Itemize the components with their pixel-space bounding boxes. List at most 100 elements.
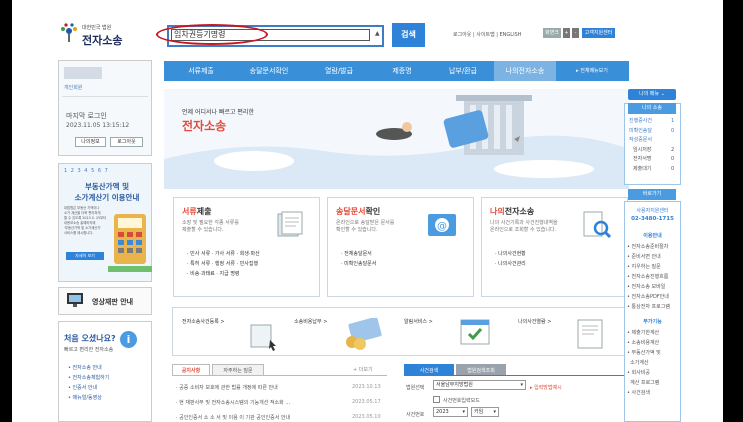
notice-row[interactable]: · 현 재판사무 및 전자소송시스템의 기능개선 적소화 ... (176, 399, 346, 406)
status-label[interactable]: 작성중문서 (629, 136, 652, 146)
related-title: 부가기능 (643, 319, 662, 325)
related-link[interactable]: • 제출기한계산 (627, 329, 659, 339)
notice-date: 2023.05.10 (352, 414, 381, 420)
divider (62, 96, 148, 97)
hero-illustration (164, 95, 629, 189)
card-title-a: 서류 (182, 207, 197, 216)
status-label[interactable]: 임시저장 (633, 146, 651, 156)
calculator-icon (108, 214, 152, 272)
guide-link[interactable]: • 통상전자 프로그램 (627, 303, 670, 313)
nav-submit[interactable]: 서류제출 (172, 61, 230, 81)
status-label[interactable]: 진행중사건 (629, 117, 652, 127)
status-count[interactable]: 0 (671, 155, 674, 165)
first-visit-link[interactable]: • 전자소송체험하기 (68, 374, 109, 384)
guide-title: 이용안내 (643, 233, 662, 239)
top-links[interactable]: 로그아웃 | 사이트맵 | ENGLISH (453, 31, 522, 38)
case-mode-label: 사건번호입력모드 (443, 398, 480, 404)
status-count[interactable]: 1 (671, 117, 674, 127)
documents-icon (277, 211, 303, 237)
info-icon: i (120, 331, 137, 348)
card-list-item[interactable]: · 전체송달문서 (341, 250, 372, 259)
document-click-icon (250, 324, 276, 351)
highlight-ring (156, 24, 268, 45)
checklist-icon (460, 319, 490, 345)
my-menu-button[interactable]: 나의 메뉴 ⌄ (628, 89, 676, 100)
related-link[interactable]: • 회사비공 (627, 369, 650, 379)
court-select[interactable]: 서울남부지방법원 ▾ (433, 380, 526, 390)
guide-link[interactable]: • 준비서면 안내 (627, 253, 661, 263)
logo-title[interactable]: 전자소송 (82, 32, 122, 48)
card-list-item[interactable]: · 나의사건현황 (495, 250, 526, 259)
status-count[interactable]: 2 (671, 146, 674, 156)
logout-button[interactable]: 로그아웃 (110, 137, 143, 147)
case-mode-checkbox[interactable] (433, 396, 440, 403)
status-label[interactable]: 미확인송달 (629, 127, 652, 137)
related-link[interactable]: 계산 프로그램 (627, 379, 659, 389)
notice-row[interactable]: · 공증 소비자 보호에 관한 법률 개정에 따른 안내 (176, 384, 278, 391)
status-label[interactable]: 전자서명 (633, 155, 651, 165)
first-visit-link[interactable]: • 인증서 안내 (68, 384, 97, 394)
all-menu-button[interactable]: ▸ 전체메뉴보기 (556, 61, 628, 81)
svg-text:@: @ (437, 221, 447, 232)
case-type-select-value: 카임 (474, 409, 484, 415)
magnifier-doc-icon (583, 211, 612, 239)
card-list-item[interactable]: · 미확인송달문서 (341, 260, 376, 269)
card-list-item[interactable]: · 나의사건관리 (495, 260, 526, 269)
card-list-item[interactable]: · 특허 서류 · 행정 서류 · 민사집행 (187, 260, 258, 269)
quick-case-view[interactable]: 나의사건열람 > (518, 318, 551, 325)
input-example-link[interactable]: ▸ 입력방법예시 (530, 384, 562, 391)
card-list-item[interactable]: · 민사 서류 · 가사 서류 · 회생·파산 (187, 250, 260, 259)
case-type-select[interactable]: 카임 ▾ (471, 407, 499, 417)
chevron-down-icon: ▾ (462, 409, 465, 415)
monitor-icon (67, 293, 83, 307)
quick-menu-panel (172, 307, 627, 356)
my-info-button[interactable]: 나의정보 (75, 137, 106, 147)
notice-more-link[interactable]: + 더보기 (353, 366, 373, 373)
card-list-item[interactable]: · 비송·과태료 · 지급 명령 (187, 270, 240, 279)
support-button[interactable]: 고객지원센터 (582, 28, 615, 38)
support-center-label: 사용자지원센터 (636, 208, 669, 214)
card-title-a: 송달문서 (336, 207, 366, 216)
guide-link[interactable]: • 전자소송준비절차 (627, 243, 668, 253)
quick-case-register[interactable]: 전자소송사건등록 > (182, 318, 225, 325)
notice-row[interactable]: · 공인인증서 소 소 서 및 이용 이 기관 공인인증서 안내 (176, 414, 346, 421)
guide-link[interactable]: • 지우하는 질문 (627, 263, 661, 273)
banner-detail-button[interactable]: 자세히 보기 (66, 252, 104, 260)
member-type: 개인회원 (64, 85, 83, 91)
first-visit-title: 처음 오셨나요? (64, 334, 116, 343)
chevron-down-icon: ▾ (493, 409, 496, 415)
first-visit-link[interactable]: • 전자소송 안내 (68, 364, 102, 374)
nav-payment[interactable]: 납부/환급 (434, 61, 492, 81)
search-dropdown-icon[interactable]: ▲ (375, 30, 383, 40)
first-visit-link[interactable]: • 매뉴얼/동영상 (68, 394, 102, 404)
guide-link[interactable]: • 전자소송PDF안내 (627, 293, 669, 303)
notice-date: 2023.05.17 (352, 399, 381, 405)
zoom-out-button[interactable]: - (572, 28, 579, 38)
reset-size-button[interactable]: 화면크기 (543, 28, 561, 46)
video-trial-label[interactable]: 영상재판 안내 (92, 297, 133, 307)
nav-certificate[interactable]: 제증명 (374, 61, 430, 81)
status-label[interactable]: 제출대기 (633, 165, 651, 175)
search-button[interactable]: 검색 (392, 23, 425, 47)
guide-link[interactable]: • 전자소송 모바일 (627, 283, 665, 293)
nav-view[interactable]: 열람/발급 (308, 61, 370, 81)
nav-my-case[interactable]: 나의전자소송 (494, 61, 556, 81)
card-desc: 나의 사건기록과 사건진행내역을 온라인으로 조회할 수 있습니다. (490, 220, 558, 233)
card-coins-icon (346, 318, 382, 350)
card-title-a: 나의 (490, 207, 505, 216)
court-logo-icon[interactable] (58, 22, 80, 44)
related-link[interactable]: 소가계산 (627, 359, 648, 369)
banner-pager[interactable]: 1 2 3 4 5 6 7 (64, 168, 109, 174)
quick-cost-payment[interactable]: 소송비용납부 > (294, 318, 327, 325)
quick-notify-service[interactable]: 알림서비스 > (404, 318, 433, 325)
related-link[interactable]: • 사건검색 (627, 389, 650, 399)
year-select[interactable]: 2023 ▾ (433, 407, 468, 417)
related-link[interactable]: • 부동산가액 및 (627, 349, 661, 359)
status-count[interactable]: 0 (671, 127, 674, 137)
status-count[interactable]: 0 (671, 165, 674, 175)
hero-title: 전자소송 (182, 119, 227, 133)
nav-delivery[interactable]: 송달문서확인 (234, 61, 304, 81)
related-link[interactable]: • 소송비용계산 (627, 339, 659, 349)
zoom-in-button[interactable]: + (563, 28, 570, 38)
guide-link[interactable]: • 전자소송진행흐름 (627, 273, 668, 283)
